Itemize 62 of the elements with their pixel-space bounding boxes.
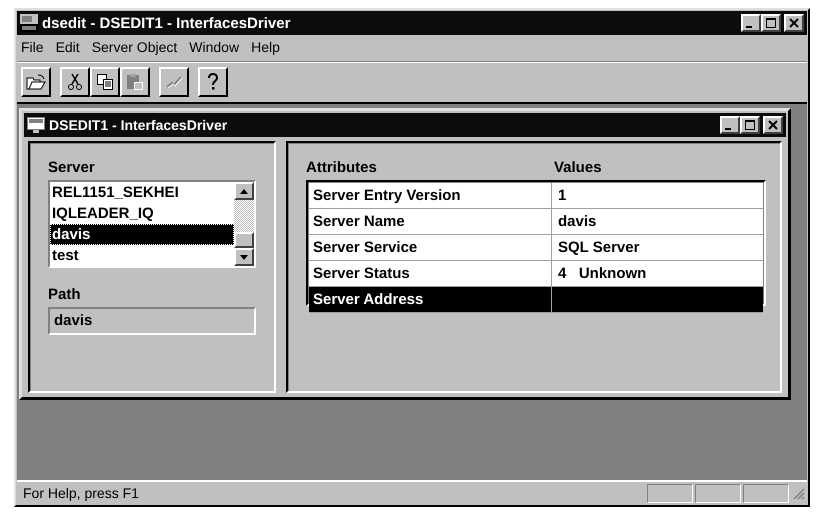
table-cell-text: davis [557, 212, 598, 232]
table-cell: Server Service [309, 235, 552, 260]
maximize-button[interactable] [761, 14, 781, 32]
table-row[interactable]: Server Service SQL Server [309, 235, 763, 261]
up-arrow-icon [240, 188, 248, 194]
question-icon [206, 72, 220, 92]
menu-item[interactable]: File [21, 39, 44, 55]
path-label: Path [48, 286, 82, 303]
minimize-button[interactable] [741, 14, 761, 32]
table-cell: Server Name [309, 209, 552, 234]
minimize-icon [746, 26, 752, 28]
scissors-icon [67, 73, 83, 91]
close-icon [789, 18, 799, 28]
close-button[interactable] [784, 14, 804, 32]
clipboard-icon [126, 73, 144, 91]
window-title: DSEDIT1 - InterfacesDriver [49, 117, 228, 133]
path-field[interactable]: davis [48, 307, 256, 335]
down-arrow-icon [240, 254, 248, 260]
maximize-button[interactable] [740, 116, 760, 134]
table-cell-text: 1 [557, 186, 568, 206]
menu-item[interactable]: Edit [56, 39, 80, 55]
server-item[interactable]: IQLEADER_IQ [50, 203, 234, 224]
close-button[interactable] [763, 116, 783, 134]
minimize-icon [725, 128, 731, 130]
folder-icon [26, 73, 46, 91]
app-icon [20, 14, 38, 32]
maximize-icon [745, 120, 755, 130]
server-item[interactable]: davis [50, 224, 234, 245]
server-label: Server [48, 159, 96, 176]
table-cell: Server Address [309, 287, 552, 312]
window-title: dsedit - DSEDIT1 - InterfacesDriver [42, 14, 292, 32]
column-header: Values [554, 159, 602, 176]
server-list[interactable]: REL1151_SEKHEI IQLEADER_IQ davis test [48, 180, 256, 268]
table-cell-text: 4 Unknown [557, 264, 648, 284]
menu-item[interactable]: Server Object [92, 39, 178, 55]
table-row[interactable]: Server Name davis [309, 209, 763, 235]
column-header: Attributes [306, 159, 378, 176]
toolbar-button[interactable] [90, 67, 120, 97]
table-cell: Server Entry Version [309, 183, 552, 208]
menu-item[interactable]: Window [189, 39, 240, 55]
copy-icon [96, 73, 114, 91]
table-row[interactable]: Server Address [309, 287, 763, 313]
server-item[interactable]: REL1151_SEKHEI [50, 182, 234, 203]
resize-grip-icon [791, 486, 805, 500]
table-cell-text: SQL Server [557, 238, 640, 258]
document-icon [27, 117, 45, 133]
toolbar-button[interactable] [60, 67, 90, 97]
toolbar-button[interactable] [21, 67, 51, 97]
scroll-thumb[interactable] [234, 232, 254, 248]
menu-item[interactable]: Help [251, 39, 280, 55]
status-panel [743, 484, 789, 502]
status-panel [695, 484, 741, 502]
close-icon [768, 120, 778, 130]
table-row[interactable]: Server Entry Version 1 [309, 183, 763, 209]
status-panel [647, 484, 693, 502]
server-item[interactable]: test [50, 245, 234, 266]
scrollbar[interactable] [234, 182, 254, 266]
table-cell: Server Status [309, 261, 552, 286]
status-text: For Help, press F1 [23, 485, 140, 501]
maximize-icon [766, 18, 776, 28]
minimize-button[interactable] [720, 116, 740, 134]
toolbar-button[interactable] [198, 67, 228, 97]
